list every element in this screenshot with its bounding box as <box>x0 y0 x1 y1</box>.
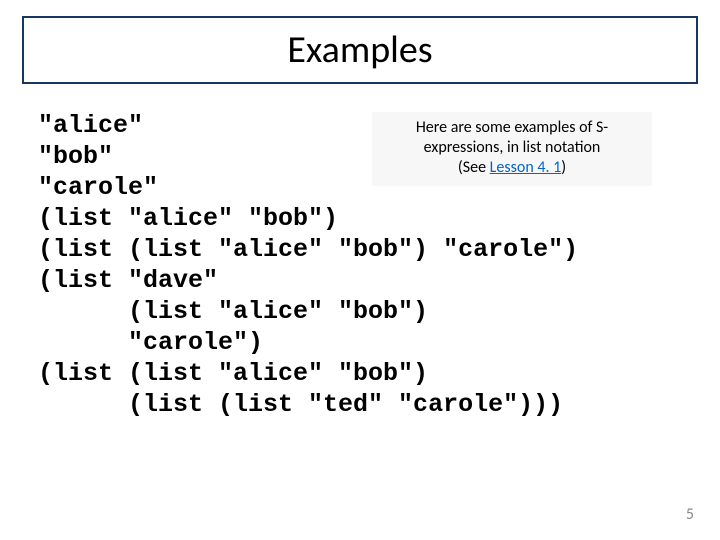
callout-box: Here are some examples of S- expressions… <box>372 112 652 186</box>
page-title: Examples <box>287 27 432 73</box>
title-box: Examples <box>22 16 698 84</box>
callout-line1: Here are some examples of S- <box>416 118 608 137</box>
callout-line2: expressions, in list notation <box>424 138 601 157</box>
callout-see-prefix: (See <box>458 158 490 177</box>
page-number: 5 <box>686 505 694 524</box>
callout-see-suffix: ) <box>561 158 566 177</box>
lesson-link[interactable]: Lesson 4. 1 <box>490 158 562 177</box>
